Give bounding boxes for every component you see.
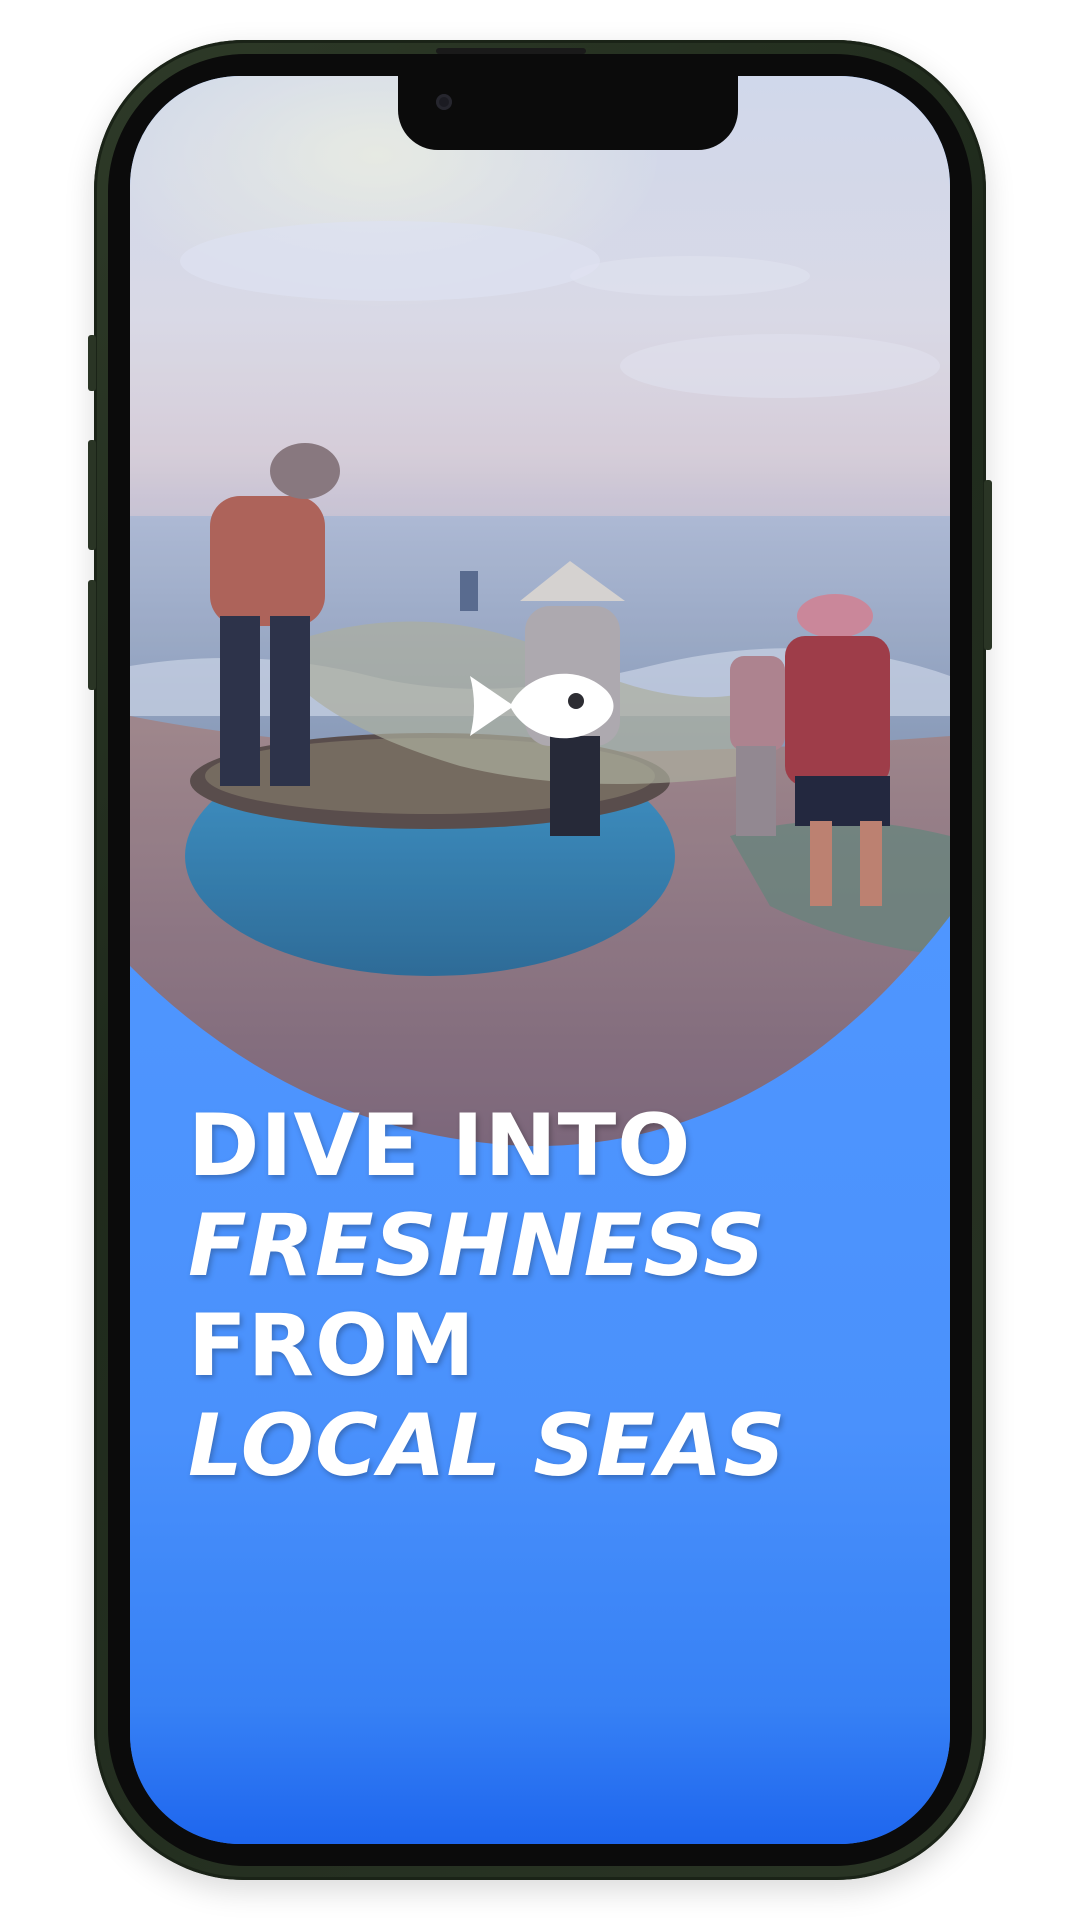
fish-icon bbox=[464, 656, 616, 756]
front-camera-icon bbox=[436, 94, 452, 110]
earpiece-speaker bbox=[436, 48, 586, 54]
headline-line-3: FROM bbox=[188, 1296, 476, 1396]
app-canvas: DIVE INTO FRESHNESS FROM LOCAL SEAS bbox=[0, 0, 1080, 1920]
blue-wave-panel bbox=[130, 916, 950, 1844]
headline-line-1: DIVE INTO bbox=[188, 1096, 692, 1196]
silent-switch bbox=[88, 335, 96, 391]
volume-down-button bbox=[88, 580, 96, 690]
phone-notch bbox=[398, 76, 738, 150]
onboarding-headline: DIVE INTO FRESHNESS FROM LOCAL SEAS bbox=[188, 1096, 928, 1496]
volume-up-button bbox=[88, 440, 96, 550]
power-button bbox=[984, 480, 992, 650]
phone-frame: DIVE INTO FRESHNESS FROM LOCAL SEAS bbox=[88, 40, 992, 1880]
headline-line-2: FRESHNESS bbox=[188, 1196, 767, 1296]
onboarding-screen[interactable]: DIVE INTO FRESHNESS FROM LOCAL SEAS bbox=[130, 76, 950, 1844]
headline-line-4: LOCAL SEAS bbox=[188, 1396, 787, 1496]
